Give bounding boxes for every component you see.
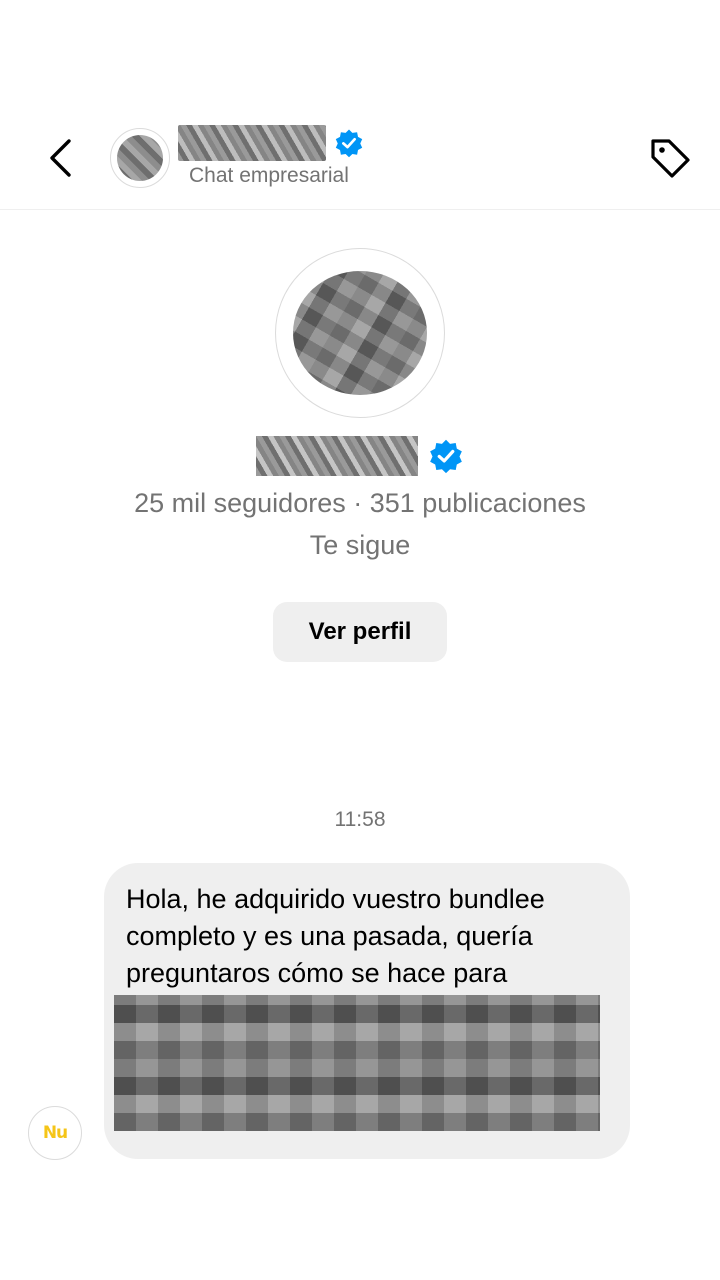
back-button[interactable] — [40, 136, 80, 180]
tag-icon — [651, 139, 690, 178]
verified-badge-icon — [334, 128, 364, 158]
profile-avatar[interactable] — [275, 248, 445, 418]
sender-logo: Nu — [42, 1123, 68, 1143]
view-profile-button[interactable]: Ver perfil — [273, 602, 447, 662]
sender-avatar[interactable]: Nu — [28, 1106, 82, 1160]
header-avatar[interactable] — [110, 128, 170, 188]
header-name-row[interactable] — [178, 124, 364, 162]
profile-username-redacted — [256, 436, 418, 476]
profile-stats: 25 mil seguidores · 351 publicaciones — [134, 488, 586, 518]
message-redacted-content — [114, 995, 600, 1131]
message-timestamp: 11:58 — [334, 808, 386, 831]
message-text: Hola, he adquirido vuestro bundlee compl… — [126, 884, 545, 988]
profile-avatar-image — [293, 271, 427, 395]
header-username-redacted — [178, 125, 326, 161]
chevron-left-icon — [50, 139, 71, 177]
verified-badge-icon — [428, 438, 464, 474]
chat-header: Chat empresarial — [0, 0, 720, 210]
message-bubble[interactable]: Hola, he adquirido vuestro bundlee compl… — [104, 863, 630, 1159]
follows-you-label: Te sigue — [309, 530, 411, 560]
header-avatar-image — [117, 135, 163, 181]
profile-name-row — [0, 436, 720, 476]
header-subtitle: Chat empresarial — [189, 164, 349, 187]
tag-button[interactable] — [646, 134, 694, 182]
